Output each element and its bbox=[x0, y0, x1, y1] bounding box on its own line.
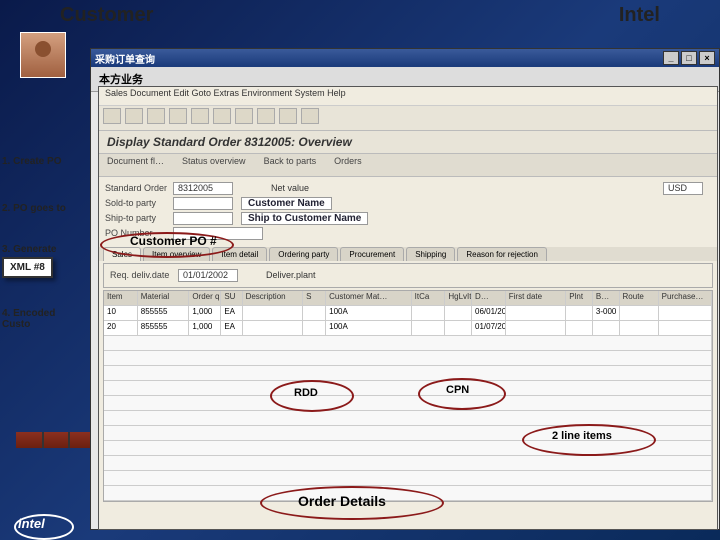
th-d: D… bbox=[472, 291, 506, 305]
customer-avatar bbox=[20, 32, 66, 78]
th-su: SU bbox=[221, 291, 242, 305]
toolbar-button[interactable] bbox=[169, 108, 187, 124]
minimize-button[interactable]: _ bbox=[663, 51, 679, 65]
th-itca: ItCa bbox=[412, 291, 446, 305]
xml-box: XML #8 bbox=[2, 257, 53, 278]
sap-toolbar-secondary[interactable]: Document fl… Status overview Back to par… bbox=[99, 154, 717, 177]
sold-to-label: Sold-to party bbox=[105, 198, 173, 208]
tab-reason-rejection[interactable]: Reason for rejection bbox=[457, 247, 547, 261]
table-row-empty[interactable] bbox=[104, 456, 712, 471]
orders-button[interactable]: Orders bbox=[334, 156, 362, 174]
tab-procurement[interactable]: Procurement bbox=[340, 247, 404, 261]
table-row-empty[interactable] bbox=[104, 411, 712, 426]
firewall-icon bbox=[16, 432, 96, 448]
window-title: 采购订单查询 bbox=[95, 51, 155, 66]
th-material: Material bbox=[138, 291, 190, 305]
customer-heading: Customer bbox=[60, 4, 153, 27]
rdd-label: RDD bbox=[294, 387, 318, 399]
step-1: 1. Create PO bbox=[2, 156, 94, 167]
sold-to-value bbox=[173, 197, 233, 210]
table-row-empty[interactable] bbox=[104, 396, 712, 411]
currency-value: USD bbox=[663, 182, 703, 195]
toolbar-button[interactable] bbox=[147, 108, 165, 124]
document-flow-button[interactable]: Document fl… bbox=[107, 156, 164, 174]
step-4: 4. Encoded Custo bbox=[2, 308, 94, 330]
th-b: B… bbox=[593, 291, 620, 305]
th-desc: Description bbox=[243, 291, 304, 305]
th-firstdate: First date bbox=[506, 291, 567, 305]
status-overview-button[interactable]: Status overview bbox=[182, 156, 246, 174]
toolbar-button[interactable] bbox=[257, 108, 275, 124]
tab-strip: Sales Item overview Item detail Ordering… bbox=[99, 247, 717, 261]
table-row-empty[interactable] bbox=[104, 336, 712, 351]
table-row-empty[interactable] bbox=[104, 486, 712, 501]
table-row-empty[interactable] bbox=[104, 351, 712, 366]
th-hglv: HgLvIt bbox=[445, 291, 472, 305]
tab-item-overview[interactable]: Item overview bbox=[143, 247, 210, 261]
header-labels: Customer Intel bbox=[60, 4, 660, 27]
tab-sales[interactable]: Sales bbox=[103, 247, 141, 261]
req-date-label: Req. deliv.date bbox=[110, 270, 178, 280]
table-row[interactable]: 20 855555 1,000 EA 100A 01/07/2003 bbox=[104, 321, 712, 336]
standard-order-label: Standard Order bbox=[105, 183, 173, 193]
toolbar-button[interactable] bbox=[213, 108, 231, 124]
table-row-empty[interactable] bbox=[104, 441, 712, 456]
th-qty: Order q… bbox=[189, 291, 221, 305]
back-to-parts-button[interactable]: Back to parts bbox=[264, 156, 317, 174]
toolbar-button[interactable] bbox=[235, 108, 253, 124]
order-details-label: Order Details bbox=[298, 493, 386, 509]
net-value-label: Net value bbox=[271, 183, 309, 193]
step-3: 3. Generate XML #8 bbox=[2, 244, 94, 278]
th-item: Item bbox=[104, 291, 138, 305]
req-date-value: 01/01/2002 bbox=[178, 269, 238, 282]
sap-toolbar[interactable] bbox=[99, 106, 717, 131]
toolbar-button[interactable] bbox=[191, 108, 209, 124]
standard-order-value: 8312005 bbox=[173, 182, 233, 195]
table-row[interactable]: 10 855555 1,000 EA 100A 06/01/2001 3-000 bbox=[104, 306, 712, 321]
tab-shipping[interactable]: Shipping bbox=[406, 247, 455, 261]
toolbar-button[interactable] bbox=[301, 108, 319, 124]
th-plnt: Plnt bbox=[566, 291, 593, 305]
ship-to-value bbox=[173, 212, 233, 225]
table-row-empty[interactable] bbox=[104, 381, 712, 396]
step-list: 1. Create PO 2. PO goes to 3. Generate X… bbox=[2, 156, 94, 360]
ship-to-name-text: Ship to Customer Name bbox=[241, 212, 368, 225]
line-items-label: 2 line items bbox=[552, 430, 612, 442]
cpn-label: CPN bbox=[446, 384, 469, 396]
th-custmat: Customer Mat… bbox=[326, 291, 411, 305]
close-button[interactable]: × bbox=[699, 51, 715, 65]
table-header: Item Material Order q… SU Description S … bbox=[104, 291, 712, 306]
th-s: S bbox=[303, 291, 326, 305]
intel-heading: Intel bbox=[619, 4, 660, 27]
toolbar-button[interactable] bbox=[125, 108, 143, 124]
item-table: Item Material Order q… SU Description S … bbox=[103, 290, 713, 502]
th-route: Route bbox=[620, 291, 659, 305]
table-row-empty[interactable] bbox=[104, 366, 712, 381]
step-2: 2. PO goes to bbox=[2, 203, 94, 214]
customer-po-label: Customer PO # bbox=[130, 234, 217, 248]
sap-menu-bar[interactable]: Sales Document Edit Goto Extras Environm… bbox=[99, 87, 717, 106]
window-titlebar[interactable]: 采购订单查询 _ □ × bbox=[91, 49, 719, 67]
toolbar-button[interactable] bbox=[103, 108, 121, 124]
table-row-empty[interactable] bbox=[104, 471, 712, 486]
maximize-button[interactable]: □ bbox=[681, 51, 697, 65]
th-purchase: Purchase… bbox=[659, 291, 712, 305]
deliver-plant-label: Deliver.plant bbox=[266, 270, 316, 280]
intel-logo: intel bbox=[18, 516, 70, 536]
table-row-empty[interactable] bbox=[104, 426, 712, 441]
ship-to-label: Ship-to party bbox=[105, 213, 173, 223]
tab-ordering-party[interactable]: Ordering party bbox=[269, 247, 338, 261]
sap-screen-title: Display Standard Order 8312005: Overview bbox=[99, 131, 717, 154]
tab-item-detail[interactable]: Item detail bbox=[212, 247, 267, 261]
customer-name-text: Customer Name bbox=[241, 197, 332, 210]
toolbar-button[interactable] bbox=[279, 108, 297, 124]
sap-order-window: Sales Document Edit Goto Extras Environm… bbox=[98, 86, 718, 530]
